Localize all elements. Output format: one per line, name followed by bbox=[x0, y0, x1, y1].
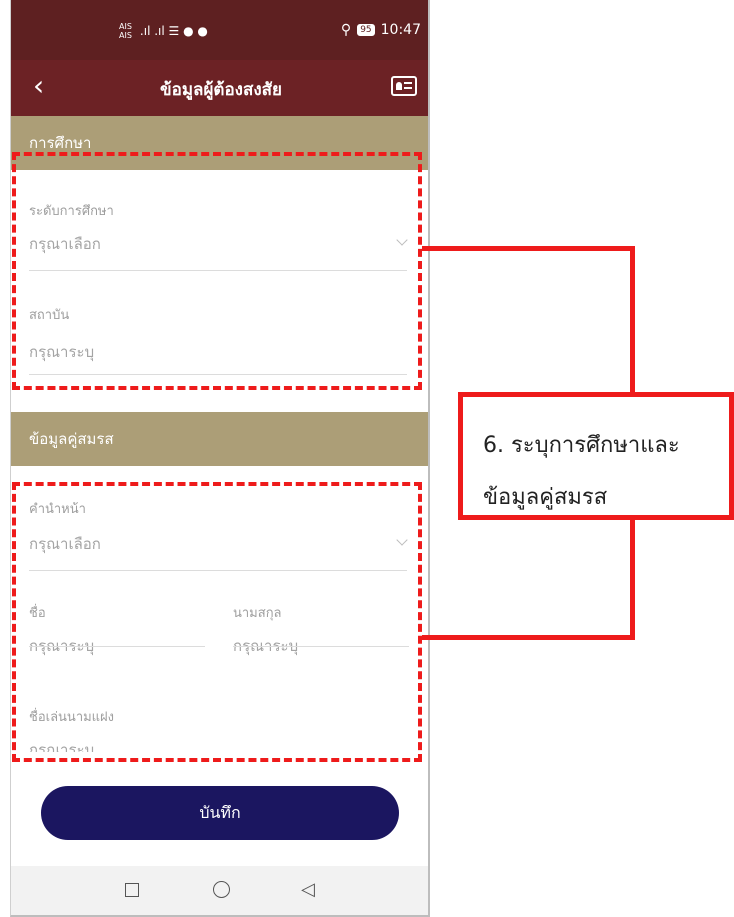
id-card-line bbox=[404, 87, 412, 89]
annotation-box-education bbox=[12, 152, 422, 390]
connector-line bbox=[630, 518, 635, 640]
location-icon: ⚲ bbox=[340, 22, 352, 38]
annotation-line-1: 6. ระบุการศึกษาและ bbox=[483, 433, 680, 458]
carrier-2: AIS bbox=[119, 31, 132, 40]
carrier-labels: AIS AIS bbox=[119, 22, 132, 40]
connector-line bbox=[422, 246, 634, 251]
spouse-header: ข้อมูลคู่สมรส bbox=[11, 412, 428, 466]
annotation-box-spouse bbox=[12, 482, 422, 762]
phone-screen: AIS AIS .ıl .ıl ☰ ● ● ⚲ 95 10:47 ‹ ข้อมู… bbox=[10, 0, 430, 917]
id-card-head bbox=[396, 82, 402, 90]
id-card-icon[interactable] bbox=[391, 76, 417, 96]
battery-icon: 95 bbox=[357, 24, 375, 36]
connector-line bbox=[630, 246, 635, 394]
app-bar: ‹ ข้อมูลผู้ต้องสงสัย bbox=[11, 60, 428, 116]
signal-icons: .ıl .ıl ☰ ● ● bbox=[139, 24, 208, 38]
page-title: ข้อมูลผู้ต้องสงสัย bbox=[160, 80, 282, 100]
status-bar: AIS AIS .ıl .ıl ☰ ● ● ⚲ 95 10:47 bbox=[11, 0, 428, 60]
home-icon[interactable] bbox=[213, 881, 230, 898]
back-triangle-icon[interactable]: ◁ bbox=[301, 879, 315, 900]
connector-line bbox=[422, 635, 634, 640]
status-time: 10:47 bbox=[380, 22, 421, 38]
save-button[interactable]: บันทึก bbox=[41, 786, 399, 840]
carrier-1: AIS bbox=[119, 22, 132, 31]
id-card-line bbox=[404, 82, 412, 84]
annotation-line-2: ข้อมูลคู่สมรส bbox=[483, 485, 608, 510]
android-nav-bar: ◁ bbox=[11, 866, 428, 915]
annotation-callout: 6. ระบุการศึกษาและ ข้อมูลคู่สมรส bbox=[458, 392, 734, 520]
recent-apps-icon[interactable] bbox=[125, 883, 139, 897]
status-right: ⚲ 95 10:47 bbox=[341, 22, 421, 38]
status-left: AIS AIS .ıl .ıl ☰ ● ● bbox=[119, 22, 208, 40]
